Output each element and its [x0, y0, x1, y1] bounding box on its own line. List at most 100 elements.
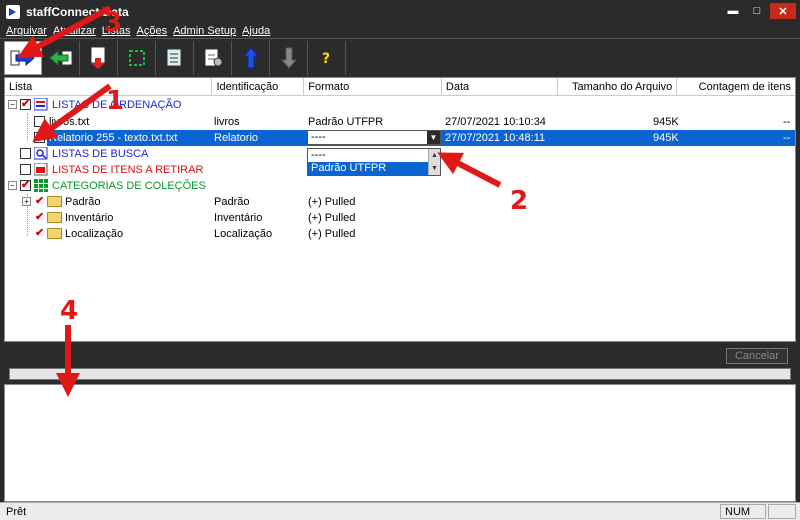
row-id: livros — [214, 116, 240, 128]
edit-icon — [204, 48, 222, 66]
annotation-number-4: 4 — [60, 296, 79, 326]
collapse-icon[interactable]: − — [8, 100, 17, 109]
collection-id: Localização — [214, 228, 273, 240]
help-icon: ? — [322, 51, 330, 67]
chevron-down-icon[interactable]: ▼ — [427, 131, 440, 144]
combo-value: ---- — [311, 131, 326, 143]
import-icon — [48, 49, 72, 66]
col-contagem[interactable]: Contagem de itens — [677, 78, 795, 95]
maximize-button[interactable]: □ — [746, 3, 768, 19]
scroll-up-icon[interactable]: ▲ — [429, 149, 440, 162]
checkbox-retirar[interactable] — [20, 164, 31, 175]
help-button[interactable]: ? — [308, 40, 346, 75]
folder-icon — [47, 212, 62, 223]
up-button[interactable] — [232, 40, 270, 75]
withdraw-list-icon — [34, 163, 48, 176]
down-button[interactable] — [270, 40, 308, 75]
row-size: 945K — [653, 132, 679, 144]
progress-bar — [9, 368, 791, 380]
row-date: 27/07/2021 10:48:11 — [445, 132, 546, 144]
collection-row[interactable]: ✔ Inventário Inventário (+) Pulled — [5, 210, 795, 226]
expand-icon[interactable]: + — [22, 197, 31, 206]
select-button[interactable] — [118, 40, 156, 75]
check-icon: ✔ — [21, 179, 31, 191]
minimize-button[interactable]: ▬ — [722, 3, 744, 19]
sheet-button[interactable] — [156, 40, 194, 75]
collection-name: Localização — [65, 228, 124, 240]
download-button[interactable] — [80, 40, 118, 75]
grid-icon — [34, 179, 48, 192]
collection-id: Padrão — [214, 196, 250, 208]
status-box-empty — [768, 504, 796, 519]
col-identificacao[interactable]: Identificação — [212, 78, 305, 95]
folder-icon — [47, 196, 62, 207]
col-data[interactable]: Data — [442, 78, 558, 95]
checkbox-livros[interactable] — [34, 116, 45, 127]
scroll-down-icon[interactable]: ▼ — [429, 162, 440, 175]
annotation-number-3: 3 — [104, 8, 123, 38]
collection-row[interactable]: + ✔ Padrão Padrão (+) Pulled — [5, 194, 795, 210]
row-count: -- — [783, 132, 791, 144]
folder-icon — [47, 228, 62, 239]
menu-admin-setup[interactable]: Admin Setup — [173, 25, 236, 37]
svg-text:?: ? — [322, 51, 330, 67]
collection-format: (+) Pulled — [308, 196, 356, 208]
collapse-icon[interactable]: − — [8, 181, 17, 190]
row-name: livros.txt — [49, 116, 90, 128]
search-list-icon — [34, 147, 48, 160]
import-button[interactable] — [42, 40, 80, 75]
collection-format: (+) Pulled — [308, 228, 356, 240]
list-panel: Lista Identificação Formato Data Tamanho… — [4, 77, 796, 342]
group-label: CATEGORIAS DE COLEÇÕES — [52, 180, 206, 192]
check-icon: ✔ — [35, 227, 45, 239]
num-lock-indicator: NUM — [720, 504, 766, 519]
collection-format: (+) Pulled — [308, 212, 356, 224]
collection-name: Padrão — [65, 196, 101, 208]
menu-acoes[interactable]: Ações — [137, 25, 168, 37]
list-row-livros[interactable]: livros.txt livros Padrão UTFPR 27/07/202… — [5, 114, 795, 130]
row-id: Relatorio — [214, 132, 259, 144]
format-dropdown-list: ---- Padrão UTFPR ▲ ▼ — [307, 148, 441, 176]
download-icon — [90, 46, 105, 69]
row-count: -- — [783, 116, 791, 128]
row-name: Relatorio 255 - texto.txt.txt — [49, 132, 178, 144]
menu-ajuda[interactable]: Ajuda — [242, 25, 270, 37]
cancel-button[interactable]: Cancelar — [726, 348, 788, 364]
dropdown-option[interactable]: ---- — [308, 149, 428, 162]
menu-arquivar[interactable]: Arquivar — [6, 25, 47, 37]
check-icon: ✔ — [35, 195, 45, 207]
group-label: LISTAS DE ITENS A RETIRAR — [52, 164, 204, 176]
close-button[interactable]: ✕ — [770, 3, 796, 19]
menu-atualizar[interactable]: Atualizar — [53, 25, 96, 37]
app-icon — [6, 5, 20, 19]
log-panel — [4, 384, 796, 502]
collection-row[interactable]: ✔ Localização Localização (+) Pulled — [5, 226, 795, 242]
up-arrow-icon — [242, 46, 259, 68]
collection-id: Inventário — [214, 212, 263, 224]
export-button[interactable] — [4, 40, 42, 75]
toolbar: ? — [0, 38, 800, 76]
group-colecoes-row[interactable]: − ✔ CATEGORIAS DE COLEÇÕES — [5, 178, 795, 194]
col-tamanho[interactable]: Tamanho do Arquivo — [558, 78, 678, 95]
annotation-number-2: 2 — [510, 186, 529, 216]
checkbox-busca[interactable] — [20, 148, 31, 159]
export-icon — [10, 49, 35, 66]
dropdown-option-selected[interactable]: Padrão UTFPR — [308, 162, 428, 175]
row-format: Padrão UTFPR — [308, 116, 384, 128]
edit-button[interactable] — [194, 40, 232, 75]
col-formato[interactable]: Formato — [304, 78, 442, 95]
row-size: 945K — [653, 116, 679, 128]
format-combobox[interactable]: ---- ▼ — [307, 130, 441, 145]
status-text: Prêt — [6, 506, 27, 518]
check-icon: ✔ — [35, 211, 45, 223]
check-icon: ✔ — [35, 131, 45, 143]
list-ordering-icon — [34, 98, 48, 111]
progress-panel: Cancelar — [4, 344, 796, 384]
group-label: LISTAS DE BUSCA — [52, 148, 149, 160]
check-icon: ✔ — [21, 98, 31, 110]
dropdown-scrollbar[interactable]: ▲ ▼ — [428, 149, 440, 175]
sheet-icon — [166, 48, 181, 66]
annotation-number-1: 1 — [106, 86, 125, 116]
row-date: 27/07/2021 10:10:34 — [445, 116, 546, 128]
collection-name: Inventário — [65, 212, 114, 224]
